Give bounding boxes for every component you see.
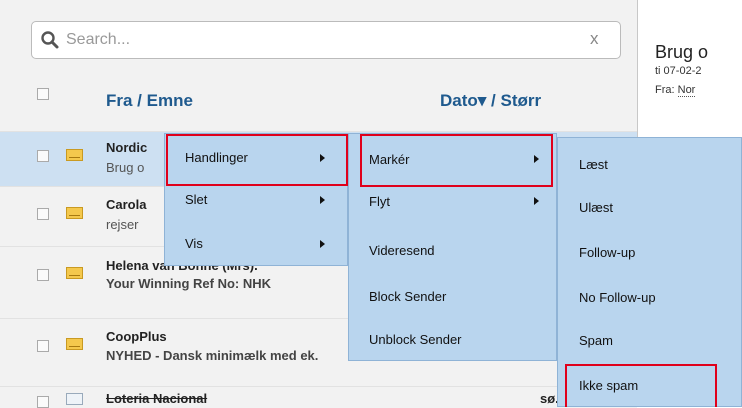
submenu-arrow-icon (320, 240, 325, 248)
search-icon[interactable] (40, 30, 60, 50)
list-item[interactable]: Loteria Nacional sø. 1 (0, 386, 637, 408)
preview-from-value[interactable]: Nor (677, 84, 696, 97)
row-checkbox[interactable] (37, 150, 49, 162)
message-subject: Your Winning Ref No: NHK (106, 276, 272, 291)
menu-item-no-follow-up[interactable]: No Follow-up (579, 290, 656, 305)
envelope-icon (66, 338, 83, 350)
menu-item-unblock-sender[interactable]: Unblock Sender (369, 332, 462, 347)
envelope-icon (66, 267, 83, 279)
row-checkbox[interactable] (37, 396, 49, 408)
message-sender: Carola (106, 197, 147, 212)
preview-from-label: Fra: (655, 84, 675, 96)
message-subject: NYHED - Dansk minimælk med ek. (106, 348, 319, 363)
envelope-icon (66, 207, 83, 219)
message-subject: Brug o (106, 160, 145, 175)
menu-item-laest[interactable]: Læst (579, 157, 608, 172)
menu-item-block-sender[interactable]: Block Sender (369, 289, 446, 304)
menu-item-slet[interactable]: Slet (185, 192, 207, 207)
preview-from: Fra: Nor (655, 84, 696, 97)
highlight-box-handlinger (166, 134, 348, 186)
menu-item-follow-up[interactable]: Follow-up (579, 245, 635, 260)
message-sender: Loteria Nacional (106, 391, 208, 406)
menu-item-ulaest[interactable]: Ulæst (579, 200, 613, 215)
sort-date-size[interactable]: Dato▾ / Størr (440, 91, 637, 111)
submenu-arrow-icon (320, 196, 325, 204)
highlight-box-marker (360, 134, 553, 187)
menu-item-spam[interactable]: Spam (579, 333, 613, 348)
preview-date: ti 07-02-2 (655, 65, 702, 77)
menu-item-vis[interactable]: Vis (185, 236, 203, 251)
message-sender: Nordic (106, 140, 148, 155)
submenu-arrow-icon (534, 197, 539, 205)
row-checkbox[interactable] (37, 269, 49, 281)
envelope-open-icon (66, 393, 83, 405)
row-checkbox[interactable] (37, 340, 49, 352)
message-subject: rejser (106, 217, 139, 232)
highlight-box-ikke-spam (565, 364, 717, 407)
clear-search-button[interactable]: x (590, 29, 599, 49)
menu-item-flyt[interactable]: Flyt (369, 194, 390, 209)
envelope-icon (66, 149, 83, 161)
menu-item-videresend[interactable]: Videresend (369, 243, 435, 258)
sort-from-subject[interactable]: Fra / Emne (106, 91, 193, 111)
row-checkbox[interactable] (37, 208, 49, 220)
select-all-checkbox[interactable] (37, 88, 49, 100)
message-sender: CoopPlus (106, 329, 167, 344)
preview-subject: Brug o (655, 42, 709, 62)
search-input[interactable] (66, 28, 366, 52)
